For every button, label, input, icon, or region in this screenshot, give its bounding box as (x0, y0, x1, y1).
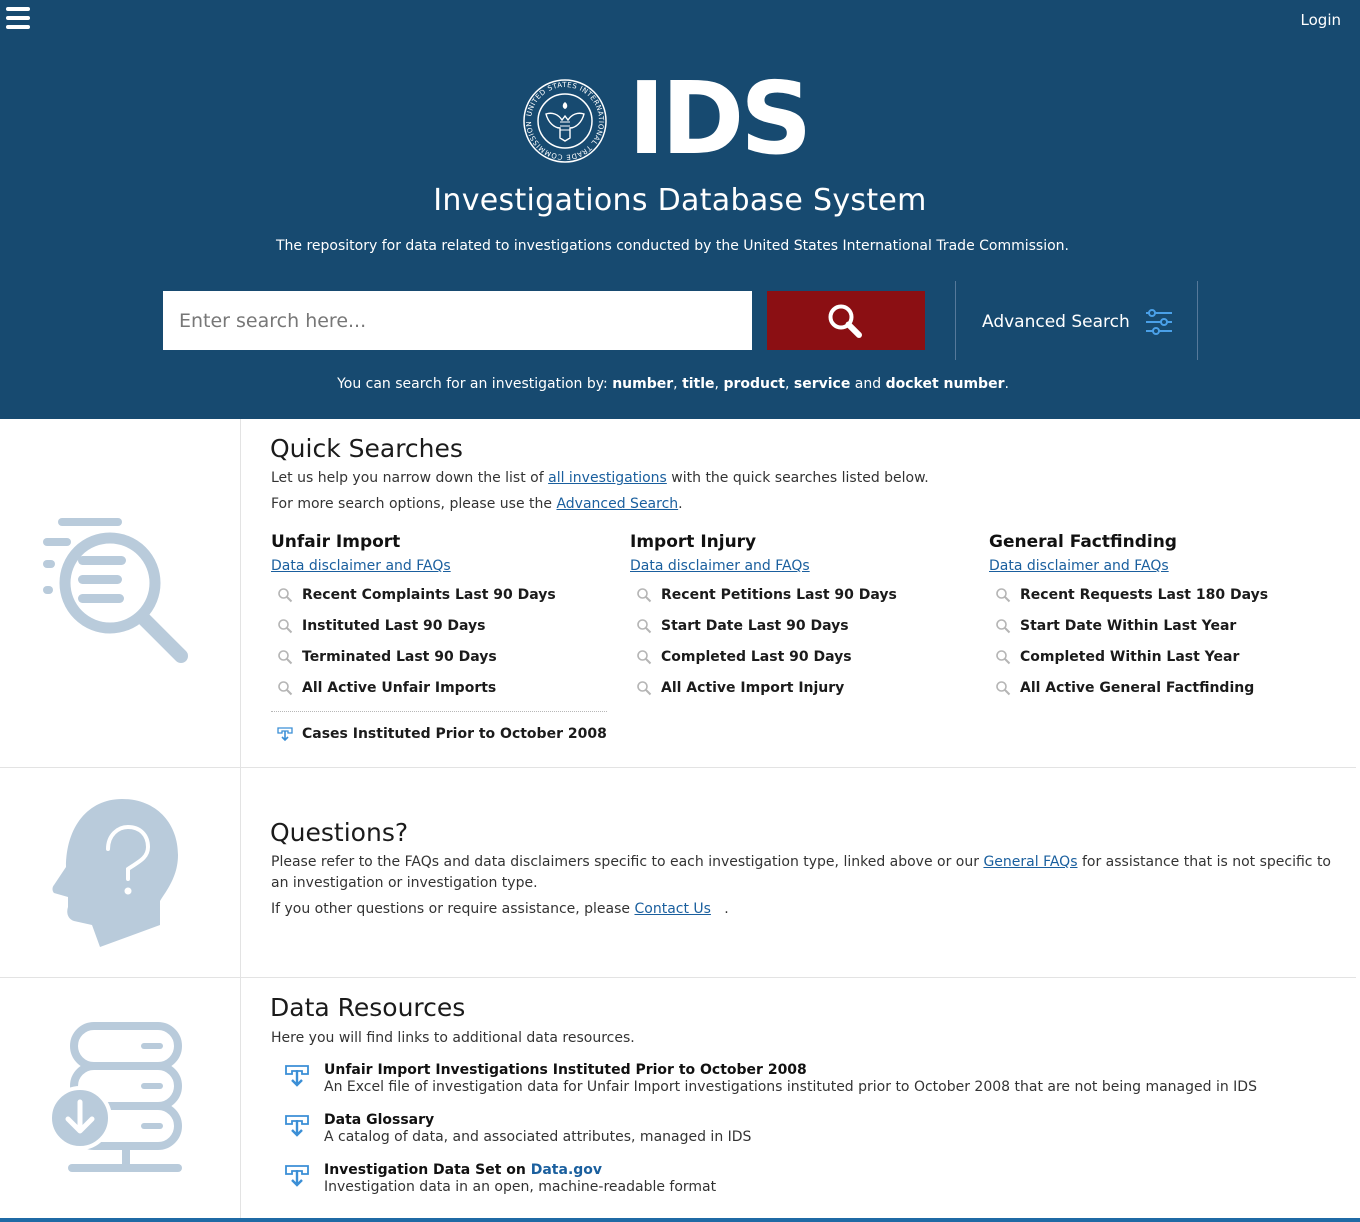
general-faqs-link[interactable]: General FAQs (983, 854, 1077, 870)
questions-text-2: If you other questions or require assist… (271, 901, 729, 917)
quick-search-item[interactable]: All Active Unfair Imports (277, 680, 496, 696)
magnifier-icon (996, 650, 1011, 665)
questions-section: Questions? Please refer to the FAQs and … (0, 768, 1360, 977)
quick-search-item[interactable]: Completed Within Last Year (995, 649, 1239, 665)
divider (1197, 281, 1198, 360)
magnifier-icon (996, 588, 1011, 603)
column-heading: Import Injury (630, 532, 757, 552)
magnifier-icon (278, 681, 293, 696)
magnifier-icon (996, 619, 1011, 634)
download-icon (285, 1115, 309, 1137)
quick-search-item[interactable]: Terminated Last 90 Days (277, 649, 497, 665)
hamburger-menu-icon[interactable] (6, 7, 30, 29)
quick-search-item[interactable]: Instituted Last 90 Days (277, 618, 485, 634)
resource-title: Unfair Import Investigations Instituted … (324, 1062, 807, 1078)
quick-searches-section: Quick Searches Let us help you narrow do… (0, 419, 1360, 767)
quick-search-item[interactable]: Completed Last 90 Days (636, 649, 852, 665)
question-head-icon (52, 799, 178, 947)
resource-item[interactable]: Unfair Import Investigations Instituted … (284, 1062, 1257, 1095)
advanced-search-label: Advanced Search (982, 312, 1130, 332)
quick-search-item[interactable]: All Active General Factfinding (995, 680, 1254, 696)
download-icon (285, 1065, 309, 1087)
resource-description: An Excel file of investigation data for … (324, 1079, 1257, 1095)
disclaimer-faq-link[interactable]: Data disclaimer and FAQs (630, 558, 810, 574)
search-hint: You can search for an investigation by: … (337, 376, 1009, 392)
section-title: Questions? (270, 818, 409, 847)
quick-search-item[interactable]: All Active Import Injury (636, 680, 844, 696)
quick-intro-1: Let us help you narrow down the list of … (271, 470, 929, 486)
quick-search-item[interactable]: Start Date Within Last Year (995, 618, 1236, 634)
magnifier-icon (637, 681, 652, 696)
data-resources-section: Data Resources Here you will find links … (0, 978, 1360, 1218)
questions-text-1: Please refer to the FAQs and data discla… (271, 854, 1331, 870)
magnifier-icon (637, 588, 652, 603)
quick-search-item[interactable]: Recent Requests Last 180 Days (995, 587, 1268, 603)
svg-text:UNITED STATES INTERNATIONAL TR: UNITED STATES INTERNATIONAL TRADE COMMIS… (525, 81, 605, 161)
quick-search-item[interactable]: Recent Complaints Last 90 Days (277, 587, 556, 603)
quick-search-item[interactable]: Recent Petitions Last 90 Days (636, 587, 897, 603)
advanced-search-link[interactable]: Advanced Search (982, 308, 1174, 336)
search-button[interactable] (767, 291, 925, 350)
resource-title: Investigation Data Set on Data.gov (324, 1162, 603, 1178)
disclaimer-faq-link[interactable]: Data disclaimer and FAQs (989, 558, 1169, 574)
resource-description: A catalog of data, and associated attrib… (324, 1129, 752, 1145)
search-icon (828, 304, 862, 338)
divider (955, 281, 956, 360)
resource-description: Investigation data in an open, machine-r… (324, 1179, 717, 1195)
login-link[interactable]: Login (1301, 11, 1341, 29)
database-download-icon (48, 1022, 182, 1172)
magnifier-icon (278, 588, 293, 603)
tagline: The repository for data related to inves… (275, 238, 1070, 254)
data-gov-link[interactable]: Data.gov (531, 1162, 602, 1178)
all-investigations-link[interactable]: all investigations (548, 470, 667, 486)
ids-logo-text: IDS (628, 60, 812, 177)
resource-title: Data Glossary (324, 1112, 435, 1128)
search-list-illustration-icon (43, 518, 188, 663)
magnifier-icon (996, 681, 1011, 696)
bottom-bar (0, 1218, 1360, 1222)
resource-item[interactable]: Data Glossary A catalog of data, and asso… (284, 1112, 751, 1145)
advanced-search-text-link[interactable]: Advanced Search (556, 496, 678, 512)
quick-intro-2: For more search options, please use the … (271, 496, 683, 512)
download-icon (277, 727, 293, 742)
site-header: Login UNITED STATES INTERNATIONAL TRADE … (0, 0, 1360, 419)
column-heading: Unfair Import (271, 532, 401, 552)
quick-search-item[interactable]: Start Date Last 90 Days (636, 618, 849, 634)
search-input[interactable] (163, 291, 752, 350)
ids-logo: UNITED STATES INTERNATIONAL TRADE COMMIS… (522, 64, 842, 174)
dotted-divider (271, 711, 607, 712)
magnifier-icon (278, 619, 293, 634)
section-title: Data Resources (270, 993, 466, 1022)
magnifier-icon (637, 650, 652, 665)
disclaimer-faq-link[interactable]: Data disclaimer and FAQs (271, 558, 451, 574)
filter-sliders-icon (1145, 309, 1172, 335)
usitc-seal-icon: UNITED STATES INTERNATIONAL TRADE COMMIS… (523, 79, 607, 163)
download-cases-item[interactable]: Cases Instituted Prior to October 2008 (277, 726, 607, 742)
contact-us-link[interactable]: Contact Us (634, 901, 710, 917)
magnifier-icon (278, 650, 293, 665)
magnifier-icon (637, 619, 652, 634)
column-heading: General Factfinding (989, 532, 1177, 552)
resources-intro: Here you will find links to additional d… (271, 1030, 635, 1046)
resource-item[interactable]: Investigation Data Set on Data.gov Invest… (284, 1162, 716, 1195)
page-title: Investigations Database System (433, 183, 927, 218)
questions-text-1b: an investigation or investigation type. (271, 875, 538, 891)
section-title: Quick Searches (270, 434, 463, 463)
download-icon (285, 1165, 309, 1187)
